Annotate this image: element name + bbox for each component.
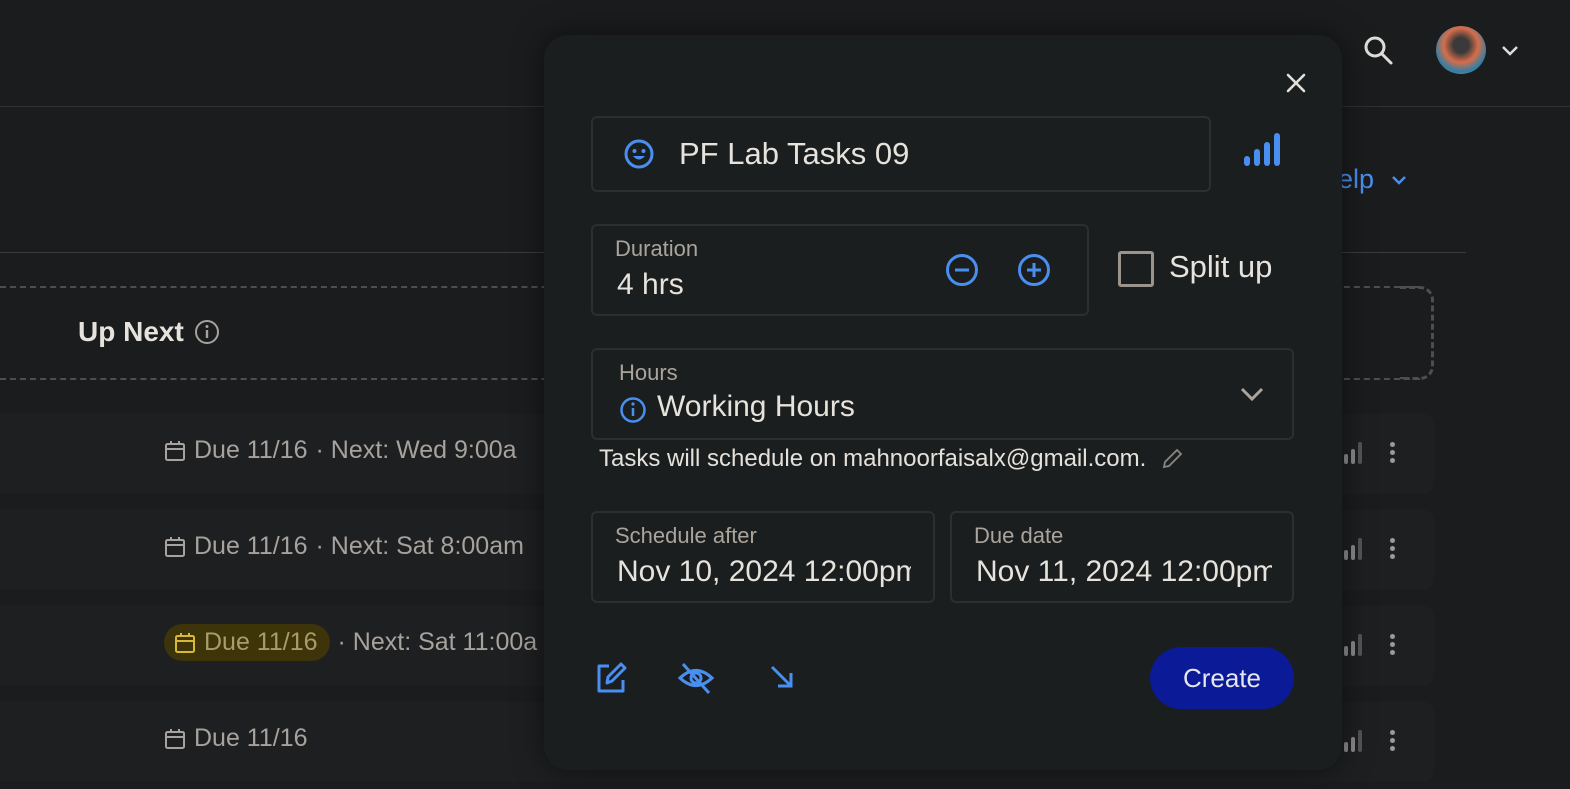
hours-label: Hours (619, 360, 678, 385)
schedule-note-text: Tasks will schedule on mahnoorfaisalx@gm… (599, 445, 1147, 472)
split-up-checkbox[interactable] (1118, 251, 1154, 287)
due-date-label: Due date (974, 523, 1064, 548)
up-next-header: Up Next (78, 316, 220, 348)
more-options-icon[interactable] (1390, 730, 1396, 754)
create-label: Create (1182, 662, 1262, 693)
edit-pencil-icon[interactable] (1160, 447, 1184, 471)
calendar-icon (165, 440, 185, 461)
priority-icon[interactable] (1344, 442, 1362, 464)
due-text: Due 11/16 (204, 628, 318, 656)
increase-duration-icon[interactable] (1017, 253, 1051, 287)
close-icon[interactable] (1284, 71, 1308, 100)
help-menu[interactable]: elp (1338, 164, 1408, 195)
next-text: · Next: Sat 11:00a (337, 628, 538, 656)
duration-value: 4 hrs (617, 268, 684, 301)
due-date-value: Nov 11, 2024 12:00pm (976, 555, 1272, 588)
user-avatar[interactable] (1436, 26, 1486, 74)
notes-edit-icon[interactable] (594, 661, 628, 695)
decrease-duration-icon[interactable] (945, 253, 979, 287)
chevron-down-icon (1392, 175, 1406, 185)
split-up-label: Split up (1169, 249, 1273, 284)
task-due-info: Due 11/16 (164, 724, 316, 753)
due-text: Due 11/16 (194, 532, 308, 560)
task-due-info: Due 11/16 · Next: Sat 11:00a (164, 624, 537, 661)
duration-field[interactable]: Duration 4 hrs (591, 224, 1089, 316)
task-name-input[interactable]: PF Lab Tasks 09 (591, 116, 1211, 192)
due-text: Due 11/16 (194, 436, 308, 464)
schedule-after-field[interactable]: Schedule after Nov 10, 2024 12:00pm (591, 511, 935, 603)
priority-icon[interactable] (1344, 538, 1362, 560)
visibility-off-icon[interactable] (677, 659, 715, 697)
priority-icon[interactable] (1244, 133, 1280, 166)
search-icon[interactable] (1362, 34, 1394, 71)
create-task-modal: PF Lab Tasks 09 Duration 4 hrs Split up … (544, 35, 1342, 770)
up-next-border-right (1400, 286, 1434, 380)
more-options-icon[interactable] (1390, 538, 1396, 562)
due-text: Due 11/16 (194, 724, 308, 752)
due-date-field[interactable]: Due date Nov 11, 2024 12:00pm (950, 511, 1294, 603)
chevron-down-icon (1240, 387, 1264, 402)
task-due-info: Due 11/16 · Next: Wed 9:00a (164, 436, 517, 465)
next-text: · Next: Wed 9:00a (315, 436, 517, 464)
emoji-smile-icon[interactable] (623, 138, 655, 170)
task-name-value: PF Lab Tasks 09 (679, 136, 910, 171)
more-options-icon[interactable] (1390, 634, 1396, 658)
priority-icon[interactable] (1344, 730, 1362, 752)
schedule-note: Tasks will schedule on mahnoorfaisalx@gm… (599, 445, 1184, 473)
calendar-icon (175, 632, 195, 653)
help-label: elp (1338, 164, 1375, 194)
task-due-info: Due 11/16 · Next: Sat 8:00am (164, 532, 524, 561)
calendar-icon (165, 728, 185, 749)
info-icon[interactable] (619, 396, 647, 424)
section-title: Up Next (78, 316, 184, 347)
next-text: · Next: Sat 8:00am (315, 532, 524, 560)
hours-select[interactable]: Hours Working Hours (591, 348, 1294, 440)
hours-value: Working Hours (657, 390, 855, 423)
schedule-after-value: Nov 10, 2024 12:00pm (617, 555, 911, 588)
info-icon[interactable] (194, 319, 220, 345)
more-options-icon[interactable] (1390, 442, 1396, 466)
duration-label: Duration (615, 236, 699, 261)
due-badge: Due 11/16 (164, 624, 330, 661)
account-chevron-down-icon[interactable] (1500, 40, 1520, 65)
calendar-icon (165, 536, 185, 557)
priority-icon[interactable] (1344, 634, 1362, 656)
arrow-down-right-icon[interactable] (768, 663, 796, 691)
create-button[interactable]: Create (1150, 647, 1294, 709)
schedule-after-label: Schedule after (615, 523, 757, 548)
